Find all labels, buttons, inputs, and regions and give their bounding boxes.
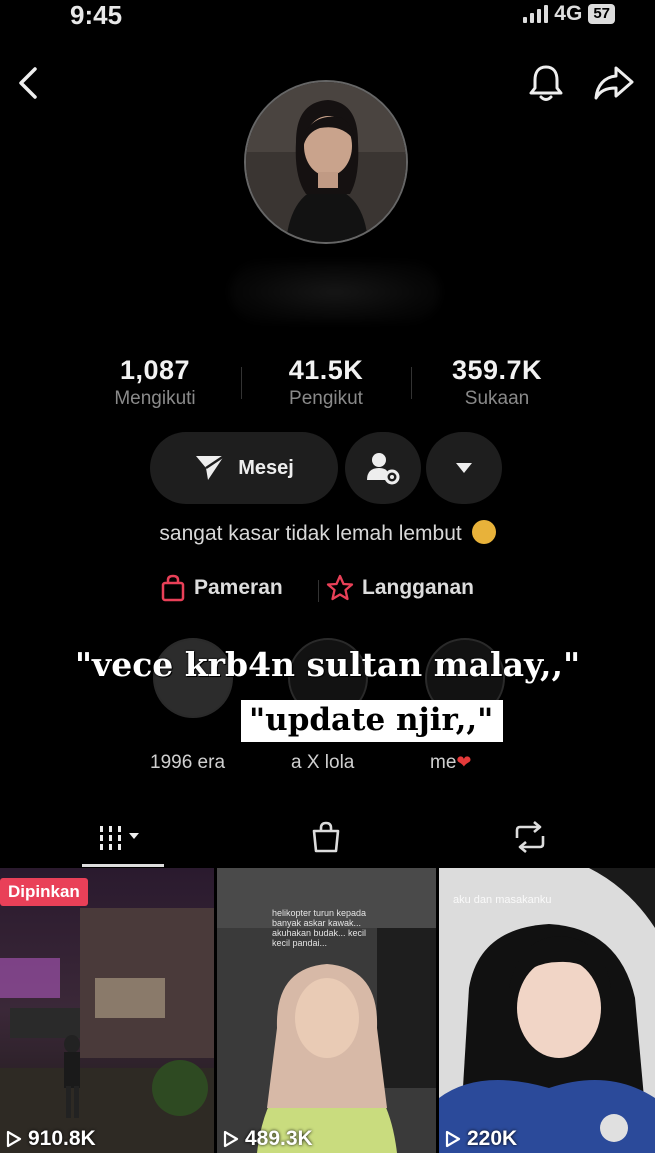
likes-count: 359.7K (451, 355, 543, 385)
status-bar: 9:45 4G 57 (0, 0, 655, 40)
tab-shop[interactable] (246, 812, 406, 862)
content-tabs (0, 812, 655, 867)
play-icon (6, 1130, 22, 1148)
shopping-bag-icon (312, 821, 340, 853)
highlight-label: 1996 era (150, 752, 226, 773)
grid-icon (100, 826, 139, 850)
star-badge-icon (326, 574, 354, 601)
bell-icon (529, 65, 563, 101)
message-button[interactable]: Mesej (150, 432, 338, 504)
user-gear-icon (367, 453, 400, 485)
more-options-button[interactable] (426, 432, 502, 504)
followers-label: Pengikut (289, 388, 363, 409)
tab-reposts[interactable] (450, 812, 610, 862)
stat-followers[interactable]: 41.5K Pengikut (246, 355, 406, 410)
link-divider (318, 580, 319, 602)
profile-photo (246, 82, 406, 242)
video-grid: Dipinkan 910.8K helikopter turun kepada … (0, 868, 655, 1153)
video-cover (439, 868, 655, 1153)
highlight-label: me (430, 752, 457, 773)
shopping-bag-icon (161, 574, 185, 602)
username-redacted (230, 262, 440, 322)
notification-button[interactable] (524, 60, 568, 106)
overlay-caption-line2: "update njir,," (241, 700, 504, 742)
followers-count: 41.5K (288, 355, 364, 385)
avatar[interactable] (244, 80, 408, 244)
subscription-label: Langganan (362, 576, 475, 599)
following-label: Mengikuti (114, 388, 196, 409)
video-cover (0, 868, 214, 1153)
bio-text: sangat kasar tidak lemah lembut (159, 522, 462, 545)
video-thumbnail[interactable]: aku dan masakanku 220K (439, 868, 655, 1153)
following-count: 1,087 (119, 355, 191, 385)
repost-icon (515, 821, 545, 853)
tab-videos[interactable] (42, 812, 202, 862)
profile-links: Pameran Langganan (0, 574, 655, 608)
stat-divider (241, 367, 242, 399)
overlay-caption-line1: "vece krb4n sultan malay,," (74, 645, 581, 684)
play-icon (223, 1130, 239, 1148)
highlight-labels: 1996 era a X lola me❤ (0, 752, 655, 782)
view-count-value: 489.3K (245, 1127, 313, 1150)
share-button[interactable] (592, 60, 636, 106)
video-caption: aku dan masakanku (453, 894, 552, 906)
showcase-label: Pameran (194, 576, 283, 599)
status-time: 9:45 (70, 0, 123, 30)
view-count: 220K (445, 1127, 517, 1151)
network-type: 4G (554, 2, 583, 25)
battery-icon: 57 (588, 4, 615, 24)
stat-following[interactable]: 1,087 Mengikuti (75, 355, 235, 410)
video-thumbnail[interactable]: helikopter turun kepada banyak askar kaw… (217, 868, 436, 1153)
pinned-badge: Dipinkan (0, 878, 88, 906)
view-count-value: 910.8K (28, 1127, 96, 1150)
emoji-icon (471, 520, 496, 545)
active-tab-indicator (82, 864, 164, 867)
share-arrow-icon (594, 66, 634, 100)
likes-label: Sukaan (464, 388, 530, 409)
view-count-value: 220K (467, 1127, 518, 1150)
profile-stats: 1,087 Mengikuti 41.5K Pengikut 359.7K Su… (0, 355, 655, 415)
highlight-label-me: me❤ (430, 752, 472, 774)
signal-icon (523, 5, 549, 23)
video-thumbnail[interactable]: Dipinkan 910.8K (0, 868, 214, 1153)
subscription-link[interactable]: Langganan (326, 574, 474, 602)
caret-down-icon (456, 463, 472, 473)
play-icon (445, 1130, 461, 1148)
showcase-link[interactable]: Pameran (160, 574, 283, 602)
back-button[interactable] (6, 60, 50, 106)
stat-likes: 359.7K Sukaan (417, 355, 577, 410)
friend-settings-button[interactable] (345, 432, 421, 504)
profile-actions: Mesej (0, 432, 655, 506)
chevron-left-icon (19, 67, 37, 99)
send-icon (196, 454, 225, 480)
stat-divider (411, 367, 412, 399)
message-button-label: Mesej (238, 456, 294, 479)
status-indicators: 4G 57 (523, 2, 615, 26)
heart-icon: ❤ (456, 752, 472, 772)
highlight-label: a X lola (291, 752, 355, 773)
profile-bio: sangat kasar tidak lemah lembut (0, 520, 655, 546)
view-count: 489.3K (223, 1127, 313, 1151)
video-caption: helikopter turun kepada banyak askar kaw… (272, 908, 367, 948)
view-count: 910.8K (6, 1127, 96, 1151)
